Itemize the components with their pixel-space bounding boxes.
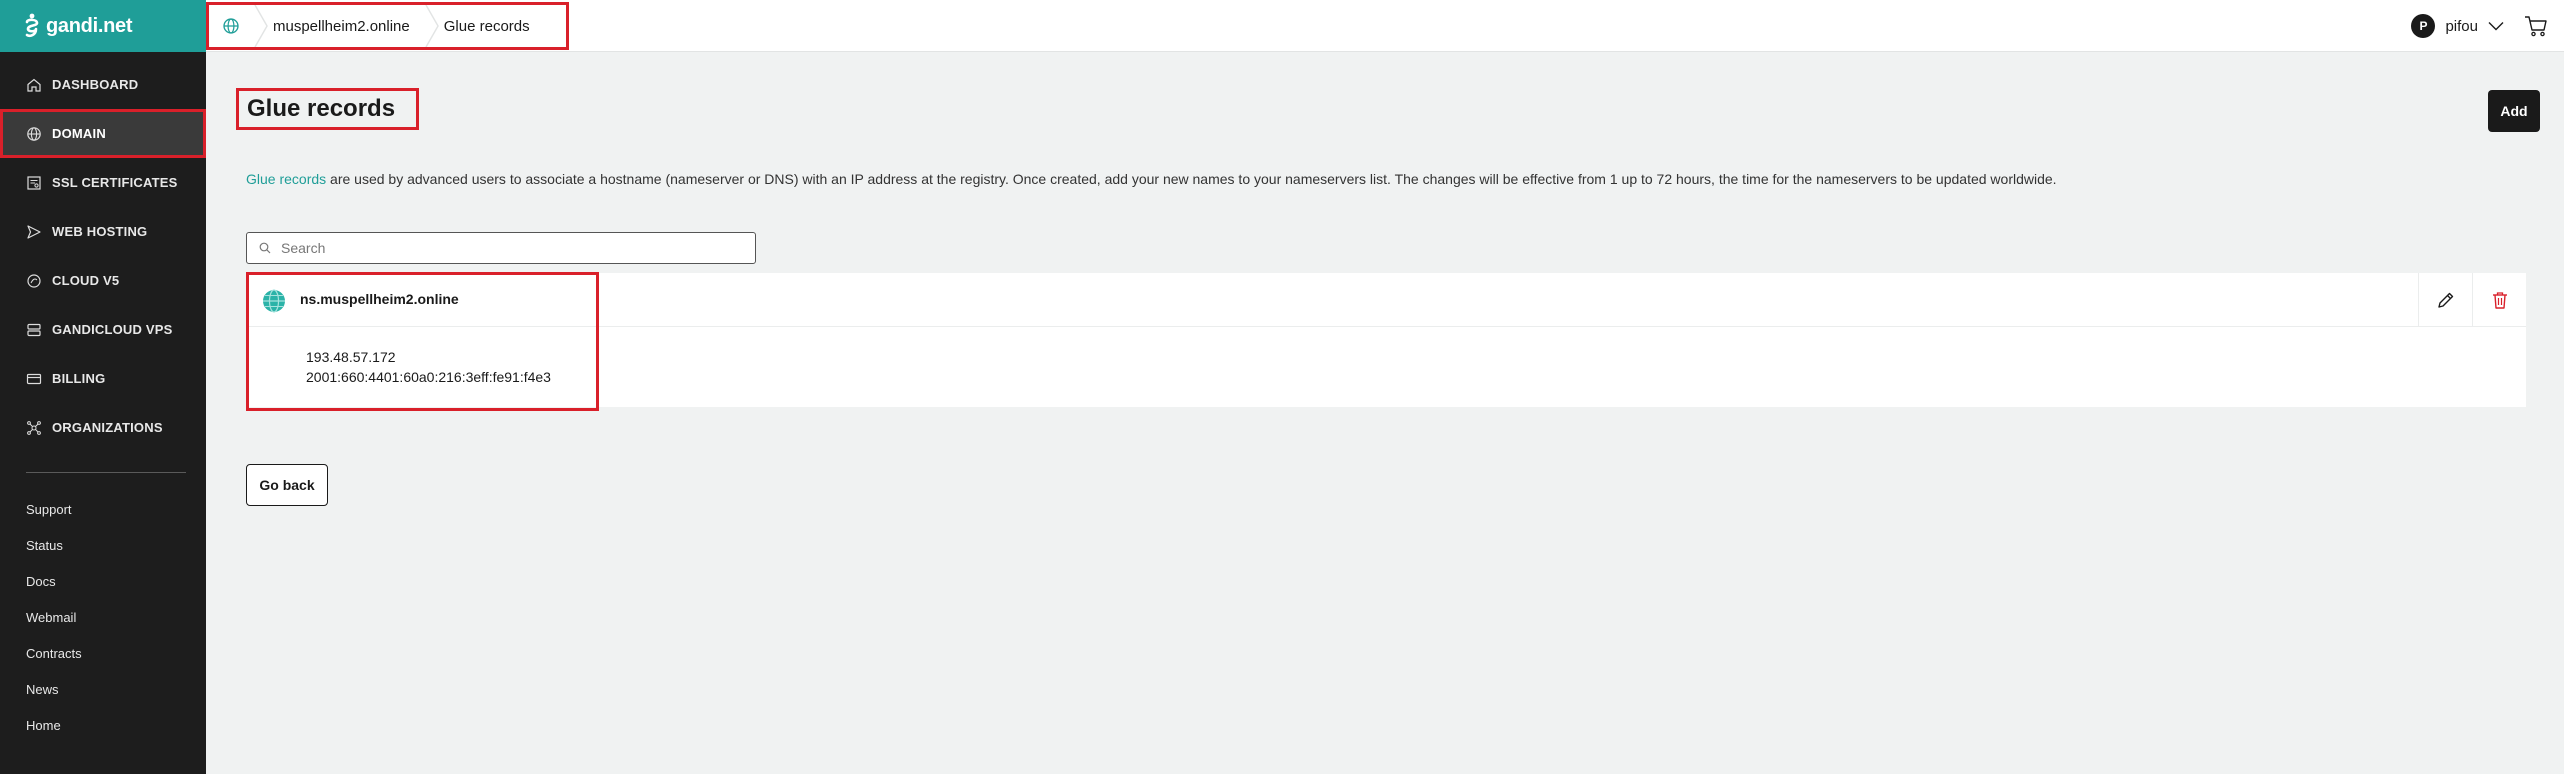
- sidebar-link-docs[interactable]: Docs: [0, 563, 206, 599]
- search-icon: [259, 242, 271, 254]
- server-icon: [27, 323, 41, 336]
- edit-button[interactable]: [2418, 273, 2472, 327]
- sidebar-item-label: BILLING: [52, 371, 106, 386]
- glue-record-ipv6: 2001:660:4401:60a0:216:3eff:fe91:f4e3: [306, 369, 551, 385]
- sidebar: gandi.net DASHBOARD DOMAIN SSL CERTIFICA…: [0, 0, 206, 774]
- sidebar-item-domain[interactable]: DOMAIN: [0, 109, 206, 158]
- sidebar-item-web-hosting[interactable]: WEB HOSTING: [0, 207, 206, 256]
- sidebar-item-organizations[interactable]: ORGANIZATIONS: [0, 403, 206, 452]
- sidebar-item-label: WEB HOSTING: [52, 224, 148, 239]
- search-box: [246, 232, 756, 264]
- search-input[interactable]: [281, 240, 721, 256]
- breadcrumb-current: Glue records: [443, 17, 530, 35]
- sidebar-link-status[interactable]: Status: [0, 527, 206, 563]
- sidebar-item-cloud-v5[interactable]: CLOUD V5: [0, 256, 206, 305]
- go-back-button[interactable]: Go back: [246, 464, 328, 506]
- avatar: P: [2411, 14, 2436, 38]
- glue-record-card: ns.muspellheim2.online 193.48.57.172 200…: [246, 273, 2526, 407]
- delete-button[interactable]: [2472, 273, 2526, 327]
- cart-icon[interactable]: [2524, 15, 2548, 37]
- breadcrumb-home[interactable]: [209, 5, 253, 47]
- glue-record-name: ns.muspellheim2.online: [300, 291, 459, 307]
- nameserver-globe-icon: [263, 289, 285, 313]
- glue-record-header: ns.muspellheim2.online: [246, 273, 2526, 327]
- glue-record-ips: 193.48.57.172 2001:660:4401:60a0:216:3ef…: [306, 347, 551, 387]
- chevron-down-icon: [2488, 22, 2504, 31]
- breadcrumb-separator-icon: [254, 5, 268, 47]
- organization-icon: [27, 420, 41, 435]
- sidebar-item-label: GANDICLOUD VPS: [52, 322, 173, 337]
- certificate-icon: [27, 175, 41, 190]
- sidebar-item-ssl-certificates[interactable]: SSL CERTIFICATES: [0, 158, 206, 207]
- page-title-box: Glue records: [236, 88, 419, 130]
- sidebar-item-label: DOMAIN: [52, 126, 106, 141]
- credit-card-icon: [26, 373, 42, 384]
- trash-icon: [2492, 292, 2507, 309]
- user-menu[interactable]: P pifou: [2411, 0, 2548, 52]
- sidebar-item-gandicloud-vps[interactable]: GANDICLOUD VPS: [0, 305, 206, 354]
- home-icon: [27, 78, 41, 92]
- sidebar-item-label: ORGANIZATIONS: [52, 420, 163, 435]
- breadcrumb-separator-icon: [425, 5, 439, 47]
- sidebar-item-label: CLOUD V5: [52, 273, 120, 288]
- send-icon: [27, 224, 41, 239]
- globe-icon: [223, 18, 239, 34]
- gandi-logo-icon: [25, 13, 39, 38]
- sidebar-item-dashboard[interactable]: DASHBOARD: [0, 60, 206, 109]
- glue-record-actions: [2418, 273, 2526, 327]
- cloud-icon: [27, 273, 41, 288]
- main-content: Glue records Add Glue records are used b…: [206, 52, 2564, 774]
- sidebar-link-support[interactable]: Support: [0, 491, 206, 527]
- add-button[interactable]: Add: [2488, 90, 2540, 132]
- pencil-icon: [2437, 292, 2453, 308]
- breadcrumb-domain[interactable]: muspellheim2.online: [271, 5, 424, 47]
- sidebar-item-label: DASHBOARD: [52, 77, 139, 92]
- sidebar-link-contracts[interactable]: Contracts: [0, 635, 206, 671]
- username: pifou: [2445, 17, 2478, 35]
- description-text: are used by advanced users to associate …: [326, 171, 2057, 187]
- page-title: Glue records: [247, 95, 396, 122]
- topbar: muspellheim2.online Glue records P pifou: [206, 0, 2564, 52]
- sidebar-item-label: SSL CERTIFICATES: [52, 175, 178, 190]
- sidebar-nav: DASHBOARD DOMAIN SSL CERTIFICATES WEB HO…: [0, 60, 206, 452]
- gandi-logo[interactable]: gandi.net: [0, 0, 206, 52]
- sidebar-item-billing[interactable]: BILLING: [0, 354, 206, 403]
- sidebar-divider: [26, 472, 186, 473]
- logo-text: gandi.net: [46, 14, 133, 37]
- sidebar-link-home[interactable]: Home: [0, 707, 206, 743]
- sidebar-link-news[interactable]: News: [0, 671, 206, 707]
- page-description: Glue records are used by advanced users …: [246, 171, 2057, 187]
- glue-record-ipv4: 193.48.57.172: [306, 349, 396, 365]
- globe-icon: [27, 126, 41, 141]
- sidebar-link-webmail[interactable]: Webmail: [0, 599, 206, 635]
- glue-records-link[interactable]: Glue records: [246, 171, 326, 187]
- breadcrumb: muspellheim2.online Glue records: [206, 2, 569, 50]
- sidebar-links: Support Status Docs Webmail Contracts Ne…: [0, 491, 206, 743]
